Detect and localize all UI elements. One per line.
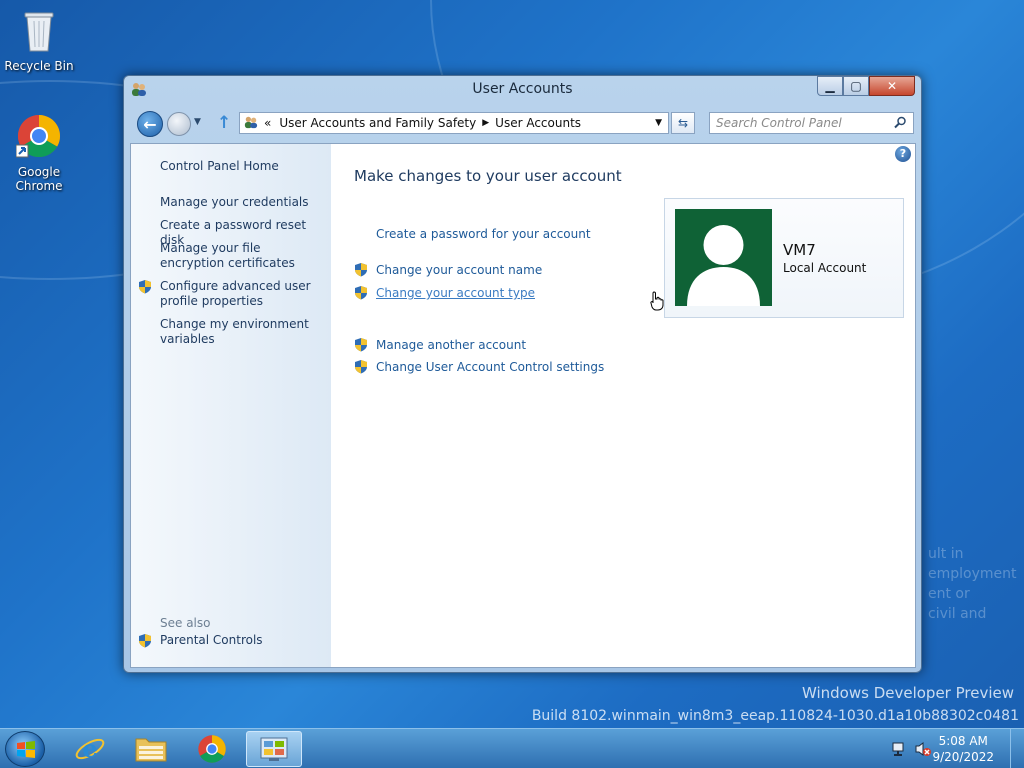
address-dropdown-icon[interactable]: ▼: [655, 118, 662, 128]
uac-shield-icon: [138, 633, 152, 651]
ghost-text-1: ult in: [928, 546, 964, 562]
show-desktop-button[interactable]: [1010, 729, 1024, 768]
manage-another-account-link[interactable]: Manage another account: [376, 338, 526, 352]
taskbar-google-chrome[interactable]: [184, 731, 240, 767]
user-silhouette-icon: [687, 225, 760, 306]
control-panel-icon: [260, 737, 288, 761]
breadcrumb-overflow[interactable]: «: [264, 116, 271, 130]
uac-shield-icon: [138, 279, 152, 297]
desktop-icon-recycle-bin[interactable]: Recycle Bin: [1, 7, 77, 73]
change-account-name-link[interactable]: Change your account name: [376, 263, 542, 277]
refresh-button[interactable]: ⇆: [671, 112, 695, 134]
recycle-bin-icon: [1, 7, 77, 56]
windows-logo-icon: [17, 741, 35, 758]
chrome-icon: [198, 735, 226, 763]
tasks-pane: Control Panel Home Manage your credentia…: [131, 144, 331, 667]
account-card: VM7 Local Account: [664, 198, 904, 318]
page-title: Make changes to your user account: [354, 167, 622, 185]
control-panel-home-link[interactable]: Control Panel Home: [160, 159, 325, 174]
ghost-text-4: civil and: [928, 606, 987, 622]
ghost-text-3: ent or: [928, 586, 970, 602]
content-area: Control Panel Home Manage your credentia…: [130, 143, 916, 668]
breadcrumb-user-accounts[interactable]: User Accounts: [495, 116, 581, 130]
parental-controls-link[interactable]: Parental Controls: [160, 633, 325, 648]
desktop-icon-google-chrome[interactable]: Google Chrome: [1, 113, 77, 193]
minimize-button[interactable]: ▁: [817, 76, 843, 96]
account-type: Local Account: [783, 261, 867, 275]
svg-text:e: e: [82, 734, 97, 763]
taskbar: e 5:08 AM 9/20/2022: [0, 728, 1024, 768]
window-title: User Accounts: [472, 81, 573, 97]
account-name: VM7: [783, 241, 816, 259]
user-accounts-window: User Accounts ▁ ▢ ✕ ← ▼ ↑ « User Account…: [123, 75, 922, 673]
file-encryption-certificates-link[interactable]: Manage your file encryption certificates: [160, 241, 325, 271]
forward-button[interactable]: [167, 112, 191, 136]
refresh-icon: ⇆: [677, 116, 689, 130]
search-input[interactable]: Search Control Panel: [709, 112, 914, 134]
uac-shield-icon: [354, 359, 368, 378]
caption-buttons: ▁ ▢ ✕: [817, 76, 915, 96]
google-chrome-label: Google Chrome: [15, 165, 63, 193]
recycle-bin-label: Recycle Bin: [4, 59, 74, 73]
watermark-build: Build 8102.winmain_win8m3_eeap.110824-10…: [531, 708, 1019, 724]
help-icon[interactable]: ?: [895, 146, 911, 162]
environment-variables-link[interactable]: Change my environment variables: [160, 317, 325, 347]
clock-time: 5:08 AM: [938, 734, 988, 748]
network-icon[interactable]: [891, 741, 907, 761]
recent-pages-dropdown[interactable]: ▼: [194, 117, 201, 127]
taskbar-file-explorer[interactable]: [123, 731, 179, 767]
clock[interactable]: 5:08 AM 9/20/2022: [932, 733, 994, 765]
up-button[interactable]: ↑: [217, 113, 231, 133]
see-also-heading: See also: [160, 616, 211, 630]
taskbar-internet-explorer[interactable]: e: [62, 731, 118, 767]
address-bar[interactable]: « User Accounts and Family Safety ▶ User…: [239, 112, 669, 134]
close-button[interactable]: ✕: [869, 76, 915, 96]
start-button[interactable]: [5, 731, 45, 767]
chrome-icon: [1, 113, 77, 162]
search-icon[interactable]: [894, 116, 907, 132]
taskbar-control-panel[interactable]: [246, 731, 302, 767]
arrow-left-icon: ←: [143, 114, 157, 134]
folder-icon: [135, 738, 167, 762]
back-button[interactable]: ←: [137, 111, 163, 137]
ghost-text-2: employment: [928, 566, 1017, 582]
internet-explorer-icon: e: [75, 734, 105, 763]
breadcrumb-user-accounts-family-safety[interactable]: User Accounts and Family Safety: [279, 116, 476, 130]
uac-settings-link[interactable]: Change User Account Control settings: [376, 360, 604, 374]
search-placeholder: Search Control Panel: [716, 116, 842, 130]
change-account-type-link[interactable]: Change your account type: [376, 286, 535, 300]
uac-shield-icon: [354, 262, 368, 281]
control-panel-icon: [244, 115, 258, 132]
uac-shield-icon: [354, 337, 368, 356]
uac-shield-icon: [354, 285, 368, 304]
manage-credentials-link[interactable]: Manage your credentials: [160, 195, 325, 210]
create-password-link[interactable]: Create a password for your account: [376, 227, 591, 241]
advanced-profile-properties-link[interactable]: Configure advanced user profile properti…: [160, 279, 325, 309]
clock-date: 9/20/2022: [932, 750, 994, 764]
maximize-button[interactable]: ▢: [843, 76, 869, 96]
breadcrumb-separator-icon[interactable]: ▶: [482, 118, 489, 128]
volume-muted-icon[interactable]: [914, 741, 932, 761]
avatar[interactable]: [675, 209, 772, 306]
watermark-title: Windows Developer Preview: [801, 684, 1014, 702]
main-pane: Make changes to your user account Create…: [331, 144, 916, 667]
arrow-up-icon: ↑: [217, 113, 232, 133]
hand-cursor-icon: [650, 291, 664, 315]
